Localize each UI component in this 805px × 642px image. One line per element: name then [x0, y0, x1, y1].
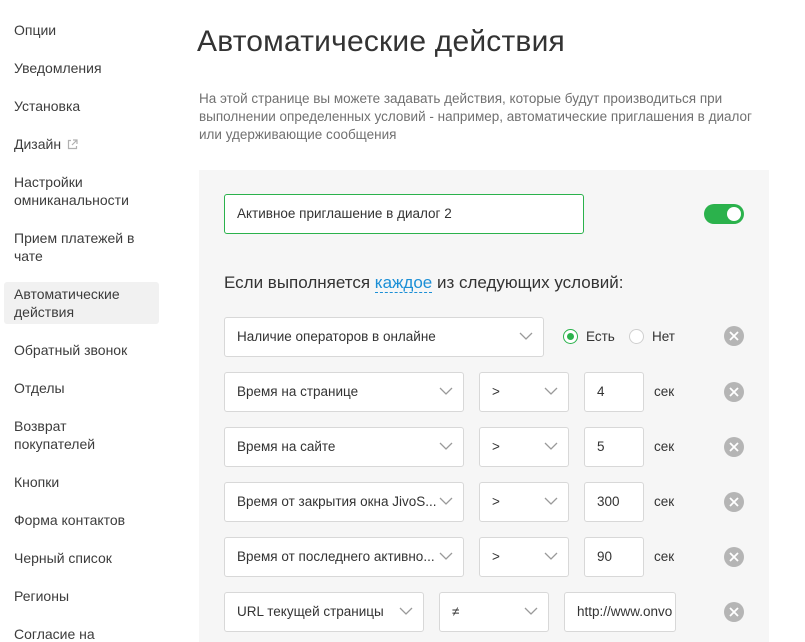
- condition-operator-select[interactable]: >: [479, 372, 569, 412]
- unit-label: сек: [654, 384, 675, 399]
- condition-field-select[interactable]: Время от последнего активно...: [224, 537, 464, 577]
- remove-condition-button[interactable]: [724, 382, 744, 402]
- sidebar-item-departments[interactable]: Отделы: [4, 379, 159, 397]
- select-value: >: [492, 494, 500, 509]
- condition-operator-select[interactable]: >: [479, 427, 569, 467]
- unit-label: сек: [654, 439, 675, 454]
- chevron-down-icon: [439, 442, 453, 450]
- condition-field-select[interactable]: URL текущей страницы: [224, 592, 424, 632]
- conditions-mode-link[interactable]: каждое: [374, 273, 433, 293]
- chevron-down-icon: [544, 497, 558, 505]
- remove-condition-button[interactable]: [724, 437, 744, 457]
- unit-label: сек: [654, 549, 675, 564]
- condition-operator-select[interactable]: ≠: [439, 592, 549, 632]
- close-icon: [729, 552, 739, 562]
- close-icon: [729, 607, 739, 617]
- condition-value-input[interactable]: 90: [584, 537, 644, 577]
- sidebar-item-label: Прием платежей в чате: [14, 230, 135, 264]
- sidebar-item-contact-form[interactable]: Форма контактов: [4, 511, 159, 529]
- chevron-down-icon: [439, 552, 453, 560]
- close-icon: [729, 331, 739, 341]
- page-title: Автоматические действия: [197, 25, 565, 58]
- rule-enabled-toggle[interactable]: [704, 204, 744, 224]
- sidebar-item-blacklist[interactable]: Черный список: [4, 549, 159, 567]
- select-value: Время от последнего активно...: [237, 549, 435, 564]
- radio-no[interactable]: [629, 329, 644, 344]
- conditions-prefix: Если выполняется: [224, 273, 371, 292]
- sidebar-item-label: Опции: [14, 22, 57, 38]
- remove-condition-button[interactable]: [724, 492, 744, 512]
- close-icon: [729, 497, 739, 507]
- sidebar-item-label: Уведомления: [14, 60, 102, 76]
- sidebar-item-omnichannel[interactable]: Настройки омниканальности: [4, 173, 159, 209]
- sidebar-item-label: Возврат покупателей: [14, 418, 96, 452]
- sidebar-item-label: Черный список: [14, 550, 112, 566]
- toggle-knob: [727, 207, 741, 221]
- condition-value-input[interactable]: http://www.onvo: [564, 592, 676, 632]
- sidebar-item-consent[interactable]: Согласие на: [4, 625, 159, 642]
- conditions-heading: Если выполняется каждое из следующих усл…: [224, 273, 623, 293]
- settings-sidebar: Опции Уведомления Установка Дизайн Настр…: [0, 0, 165, 642]
- chevron-down-icon: [399, 607, 413, 615]
- condition-field-select[interactable]: Наличие операторов в онлайне: [224, 317, 544, 357]
- condition-value-input[interactable]: 300: [584, 482, 644, 522]
- chevron-down-icon: [544, 442, 558, 450]
- select-value: >: [492, 549, 500, 564]
- condition-operator-select[interactable]: >: [479, 537, 569, 577]
- page-description: На этой странице вы можете задавать дейс…: [199, 91, 752, 142]
- select-value: >: [492, 439, 500, 454]
- sidebar-item-label: Установка: [14, 98, 81, 114]
- sidebar-item-label: Регионы: [14, 588, 70, 604]
- sidebar-item-label: Кнопки: [14, 474, 60, 490]
- sidebar-item-label: Автоматические действия: [14, 286, 120, 320]
- sidebar-item-label: Согласие на: [14, 626, 95, 642]
- chevron-down-icon: [439, 387, 453, 395]
- conditions-suffix: из следующих условий:: [436, 273, 624, 292]
- condition-field-select[interactable]: Время от закрытия окна JivoS...: [224, 482, 464, 522]
- select-value: Время от закрытия окна JivoS...: [237, 494, 437, 509]
- rule-name-input[interactable]: Активное приглашение в диалог 2: [224, 194, 584, 234]
- select-value: >: [492, 384, 500, 399]
- remove-condition-button[interactable]: [724, 326, 744, 346]
- condition-value-input[interactable]: 4: [584, 372, 644, 412]
- radio-yes[interactable]: [563, 329, 578, 344]
- sidebar-item-payments[interactable]: Прием платежей в чате: [4, 229, 159, 265]
- close-icon: [729, 442, 739, 452]
- sidebar-item-installation[interactable]: Установка: [4, 97, 159, 115]
- chevron-down-icon: [544, 387, 558, 395]
- condition-value-input[interactable]: 5: [584, 427, 644, 467]
- remove-condition-button[interactable]: [724, 547, 744, 567]
- sidebar-item-label: Настройки омниканальности: [14, 174, 129, 208]
- sidebar-item-label: Обратный звонок: [14, 342, 128, 358]
- select-value: Время на сайте: [237, 439, 336, 454]
- select-value: URL текущей страницы: [237, 604, 384, 619]
- sidebar-item-label: Дизайн: [14, 136, 62, 152]
- unit-label: сек: [654, 494, 675, 509]
- sidebar-item-label: Форма контактов: [14, 512, 126, 528]
- chevron-down-icon: [439, 497, 453, 505]
- chevron-down-icon: [544, 552, 558, 560]
- external-link-icon: [67, 136, 78, 154]
- select-value: Время на странице: [237, 384, 359, 399]
- close-icon: [729, 387, 739, 397]
- sidebar-item-auto-actions[interactable]: Автоматические действия: [4, 282, 159, 324]
- select-value: Наличие операторов в онлайне: [237, 329, 436, 344]
- remove-condition-button[interactable]: [724, 602, 744, 622]
- sidebar-item-callback[interactable]: Обратный звонок: [4, 341, 159, 359]
- chevron-down-icon: [524, 607, 538, 615]
- radio-no-label: Нет: [652, 329, 675, 344]
- sidebar-item-notifications[interactable]: Уведомления: [4, 59, 159, 77]
- condition-field-select[interactable]: Время на странице: [224, 372, 464, 412]
- condition-field-select[interactable]: Время на сайте: [224, 427, 464, 467]
- sidebar-item-design[interactable]: Дизайн: [4, 135, 159, 154]
- select-value: ≠: [452, 604, 460, 619]
- sidebar-item-customer-return[interactable]: Возврат покупателей: [4, 417, 159, 453]
- sidebar-item-regions[interactable]: Регионы: [4, 587, 159, 605]
- chevron-down-icon: [519, 332, 533, 340]
- condition-operator-select[interactable]: >: [479, 482, 569, 522]
- radio-yes-label: Есть: [586, 329, 615, 344]
- sidebar-item-options[interactable]: Опции: [4, 21, 159, 39]
- sidebar-item-label: Отделы: [14, 380, 65, 396]
- sidebar-item-buttons[interactable]: Кнопки: [4, 473, 159, 491]
